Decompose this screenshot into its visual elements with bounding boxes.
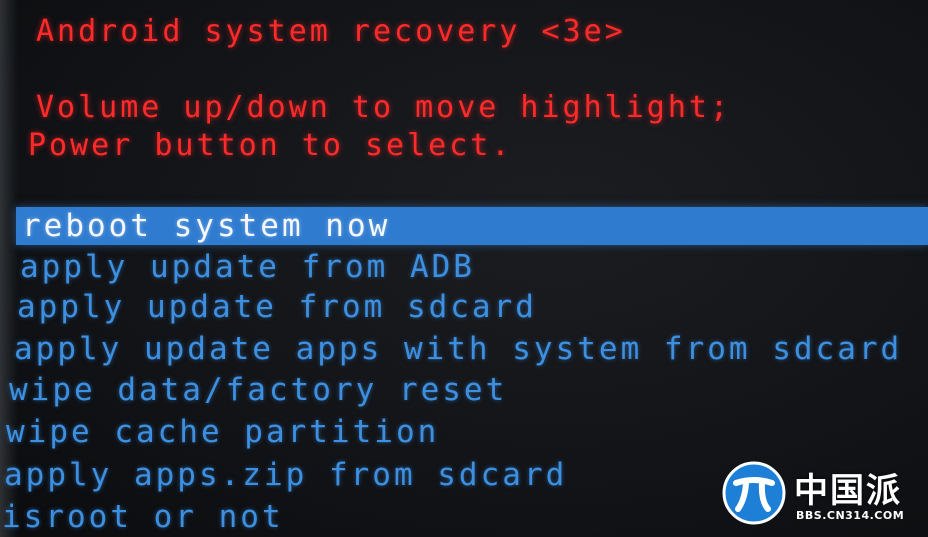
menu-item-apply-update-sdcard[interactable]: apply update from sdcard (11, 288, 537, 326)
menu-item-apply-update-adb[interactable]: apply update from ADB (14, 248, 475, 286)
site-watermark: 中国派 BBS.CN314.COM (722, 461, 922, 531)
menu-item-apply-update-apps-sdcard[interactable]: apply update apps with system from sdcar… (8, 330, 902, 368)
watermark-url: BBS.CN314.COM (796, 509, 905, 522)
menu-item-isroot-or-not[interactable]: isroot or not (0, 498, 284, 536)
menu-item-wipe-data-factory-reset[interactable]: wipe data/factory reset (3, 371, 507, 409)
pi-logo-icon (722, 461, 786, 525)
recovery-menu: reboot system now apply update from ADB … (0, 0, 928, 537)
recovery-screen: Android system recovery <3e> Volume up/d… (0, 0, 928, 537)
menu-item-apply-apps-zip[interactable]: apply apps.zip from sdcard (0, 456, 567, 494)
menu-item-reboot-system-now[interactable]: reboot system now (16, 207, 928, 245)
watermark-brand: 中国派 (794, 471, 902, 511)
menu-item-wipe-cache-partition[interactable]: wipe cache partition (0, 413, 439, 451)
